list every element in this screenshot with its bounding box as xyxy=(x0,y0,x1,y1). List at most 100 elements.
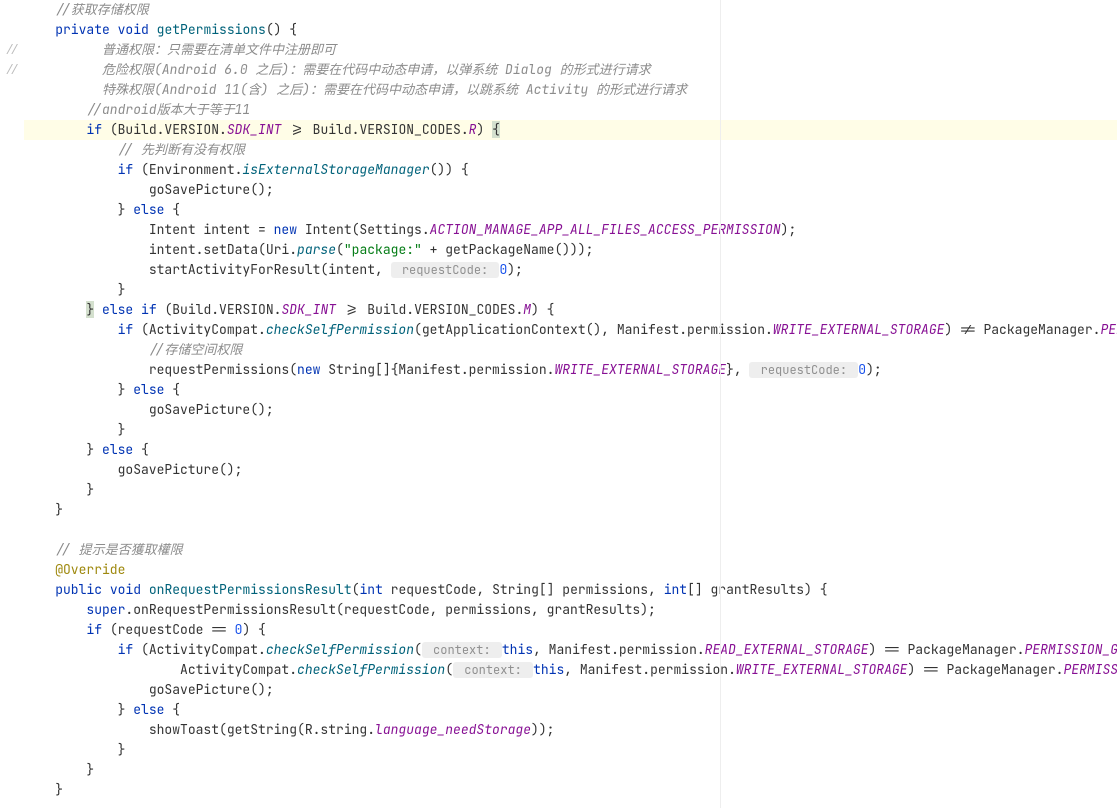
token: READ_EXTERNAL_STORAGE xyxy=(705,641,869,658)
code-line[interactable]: } xyxy=(24,740,1117,760)
token: isExternalStorageManager xyxy=(242,161,429,178)
token: 危险权限(Android 6.0 之后)：需要在代码中动态申请，以弹系统 Dia… xyxy=(102,61,651,78)
token: ); xyxy=(507,261,523,278)
token: ActivityCompat. xyxy=(180,661,297,678)
code-line[interactable]: //获取存储权限 xyxy=(24,0,1117,20)
code-line[interactable]: } else { xyxy=(24,700,1117,720)
token: requestCode, String[] permissions, xyxy=(383,581,664,598)
code-line[interactable]: goSavePicture(); xyxy=(24,180,1117,200)
gutter-line xyxy=(0,740,24,760)
token: + getPackageName())); xyxy=(422,241,594,258)
gutter-line: // xyxy=(0,60,24,80)
token: goSavePicture(); xyxy=(149,681,274,698)
code-line[interactable]: //存储空间权限 xyxy=(24,340,1117,360)
token: ACTION_MANAGE_APP_ALL_FILES_ACCESS_PERMI… xyxy=(430,221,781,238)
token: Intent intent = xyxy=(149,221,274,238)
code-line[interactable]: if (Build.VERSION.SDK_INT >= Build.VERSI… xyxy=(24,120,1117,140)
token: showToast(getString(R.string. xyxy=(149,721,375,738)
code-line[interactable]: //android版本大于等于11 xyxy=(24,100,1117,120)
token: >= Build.VERSION_CODES. xyxy=(336,301,523,318)
gutter-line xyxy=(0,20,24,40)
token xyxy=(110,21,118,38)
gutter-line xyxy=(0,780,24,800)
code-line[interactable]: } xyxy=(24,280,1117,300)
token: } xyxy=(55,781,63,798)
token: (ActivityCompat. xyxy=(133,641,266,658)
code-line[interactable]: } xyxy=(24,420,1117,440)
code-line[interactable]: 危险权限(Android 6.0 之后)：需要在代码中动态申请，以弹系统 Dia… xyxy=(24,60,1117,80)
code-line[interactable]: if (requestCode == 0) { xyxy=(24,620,1117,640)
token: new xyxy=(274,221,297,238)
token: , Manifest.permission. xyxy=(533,641,705,658)
code-line[interactable]: // 提示是否獲取權限 xyxy=(24,540,1117,560)
code-line[interactable]: if (ActivityCompat.checkSelfPermission(g… xyxy=(24,320,1117,340)
code-line[interactable]: } else { xyxy=(24,440,1117,460)
code-area[interactable]: //获取存储权限 private void getPermissions() {… xyxy=(24,0,1117,800)
token: (ActivityCompat. xyxy=(133,321,266,338)
gutter: //// xyxy=(0,0,24,800)
token: } xyxy=(86,441,102,458)
code-line[interactable]: requestPermissions(new String[]{Manifest… xyxy=(24,360,1117,380)
code-editor[interactable]: //// //获取存储权限 private void getPermission… xyxy=(0,0,1117,800)
gutter-line xyxy=(0,420,24,440)
code-line[interactable] xyxy=(24,520,1117,540)
token: // 先判断有没有权限 xyxy=(118,141,245,158)
code-line[interactable]: } else { xyxy=(24,380,1117,400)
gutter-line xyxy=(0,260,24,280)
token: WRITE_EXTERNAL_STORAGE xyxy=(554,361,726,378)
token: { xyxy=(164,381,180,398)
gutter-line xyxy=(0,700,24,720)
gutter-line xyxy=(0,380,24,400)
token: >= Build.VERSION_CODES. xyxy=(281,121,468,138)
gutter-line xyxy=(0,320,24,340)
token: goSavePicture(); xyxy=(149,401,274,418)
code-line[interactable]: private void getPermissions() { xyxy=(24,20,1117,40)
code-line[interactable]: } xyxy=(24,500,1117,520)
code-line[interactable]: // 先判断有没有权限 xyxy=(24,140,1117,160)
token xyxy=(141,581,149,598)
token: } xyxy=(118,281,126,298)
code-line[interactable]: startActivityForResult(intent, requestCo… xyxy=(24,260,1117,280)
code-line[interactable]: intent.setData(Uri.parse("package:" + ge… xyxy=(24,240,1117,260)
token: 特殊权限(Android 11(含) 之后)：需要在代码中动态申请，以跳系统 A… xyxy=(102,81,687,98)
code-line[interactable]: ActivityCompat.checkSelfPermission( cont… xyxy=(24,660,1117,680)
code-line[interactable]: } else if (Build.VERSION.SDK_INT >= Buil… xyxy=(24,300,1117,320)
code-line[interactable]: 特殊权限(Android 11(含) 之后)：需要在代码中动态申请，以跳系统 A… xyxy=(24,80,1117,100)
token: getPermissions xyxy=(157,21,266,38)
code-line[interactable]: if (Environment.isExternalStorageManager… xyxy=(24,160,1117,180)
code-line[interactable]: goSavePicture(); xyxy=(24,460,1117,480)
token: { xyxy=(133,441,149,458)
token: { xyxy=(164,201,180,218)
token: goSavePicture(); xyxy=(149,181,274,198)
token: checkSelfPermission xyxy=(266,321,414,338)
code-line[interactable]: public void onRequestPermissionsResult(i… xyxy=(24,580,1117,600)
token: ) { xyxy=(242,621,265,638)
token: else xyxy=(133,381,164,398)
token: } xyxy=(86,761,94,778)
token: Intent(Settings. xyxy=(297,221,430,238)
code-line[interactable]: } else { xyxy=(24,200,1117,220)
gutter-line xyxy=(0,220,24,240)
code-line[interactable]: @Override xyxy=(24,560,1117,580)
code-line[interactable]: goSavePicture(); xyxy=(24,400,1117,420)
code-line[interactable]: 普通权限：只需要在清单文件中注册即可 xyxy=(24,40,1117,60)
token: if xyxy=(118,321,134,338)
code-line[interactable]: goSavePicture(); xyxy=(24,680,1117,700)
code-line[interactable]: } xyxy=(24,780,1117,800)
gutter-line xyxy=(0,620,24,640)
code-line[interactable]: Intent intent = new Intent(Settings.ACTI… xyxy=(24,220,1117,240)
token: PERMISSION_GRANTED xyxy=(1064,661,1117,678)
gutter-line xyxy=(0,100,24,120)
code-line[interactable]: } xyxy=(24,760,1117,780)
gutter-line xyxy=(0,140,24,160)
code-line[interactable]: } xyxy=(24,480,1117,500)
token: "package:" xyxy=(344,241,422,258)
code-line[interactable]: showToast(getString(R.string.language_ne… xyxy=(24,720,1117,740)
token xyxy=(149,21,157,38)
gutter-line xyxy=(0,240,24,260)
token: ) == PackageManager. xyxy=(868,641,1024,658)
code-line[interactable]: if (ActivityCompat.checkSelfPermission( … xyxy=(24,640,1117,660)
token: if xyxy=(118,641,134,658)
token: else xyxy=(102,441,133,458)
code-line[interactable]: super.onRequestPermissionsResult(request… xyxy=(24,600,1117,620)
